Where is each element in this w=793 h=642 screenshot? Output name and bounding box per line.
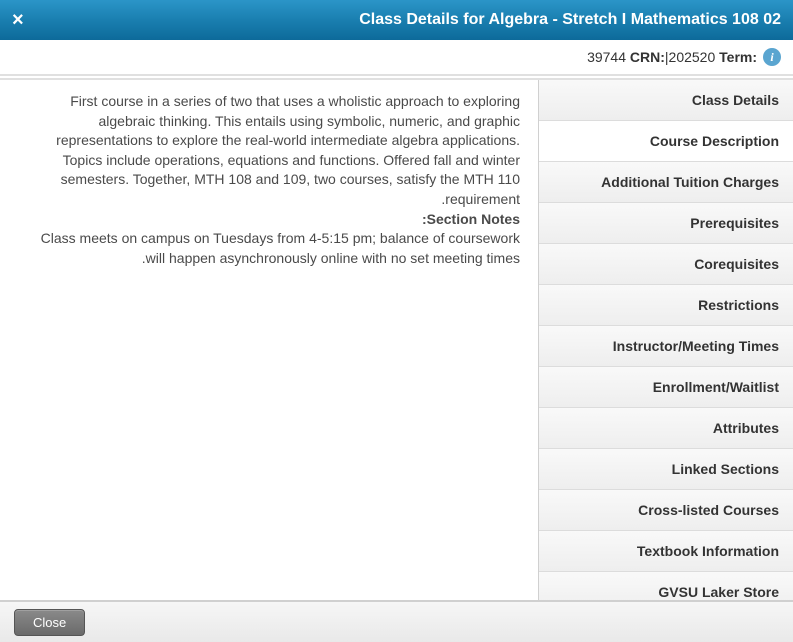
term-value: 202520 (669, 49, 716, 65)
course-description-text: First course in a series of two that use… (56, 93, 520, 207)
tab-cross-listed[interactable]: Cross-listed Courses (539, 490, 793, 531)
tab-restrictions[interactable]: Restrictions (539, 285, 793, 326)
tab-prerequisites[interactable]: Prerequisites (539, 203, 793, 244)
detail-panel: First course in a series of two that use… (0, 80, 538, 628)
tab-class-details[interactable]: Class Details (539, 80, 793, 121)
crn-label: CRN: (630, 49, 665, 65)
tabs-column: Class Details Course Description Additio… (538, 80, 793, 628)
tab-textbook-info[interactable]: Textbook Information (539, 531, 793, 572)
tab-corequisites[interactable]: Corequisites (539, 244, 793, 285)
dialog-footer: Close (0, 600, 793, 642)
tab-attributes[interactable]: Attributes (539, 408, 793, 449)
tab-additional-tuition[interactable]: Additional Tuition Charges (539, 162, 793, 203)
section-notes-text: Class meets on campus on Tuesdays from 4… (41, 230, 520, 266)
dialog-header: × Class Details for Algebra - Stretch I … (0, 0, 793, 40)
crn-value: 39744 (587, 49, 626, 65)
info-icon[interactable]: i (763, 48, 781, 66)
term-label: Term: (719, 49, 757, 65)
dialog-title: Class Details for Algebra - Stretch I Ma… (28, 11, 781, 29)
tab-instructor-meeting[interactable]: Instructor/Meeting Times (539, 326, 793, 367)
tab-linked-sections[interactable]: Linked Sections (539, 449, 793, 490)
close-button[interactable]: Close (14, 609, 85, 636)
info-bar: 39744 CRN: | 202520 Term: i (0, 40, 793, 76)
tab-enrollment-waitlist[interactable]: Enrollment/Waitlist (539, 367, 793, 408)
close-icon[interactable]: × (12, 9, 24, 32)
content-area: Class Details Course Description Additio… (0, 78, 793, 628)
section-notes-label: Section Notes: (18, 210, 520, 230)
tab-course-description[interactable]: Course Description (539, 121, 793, 162)
